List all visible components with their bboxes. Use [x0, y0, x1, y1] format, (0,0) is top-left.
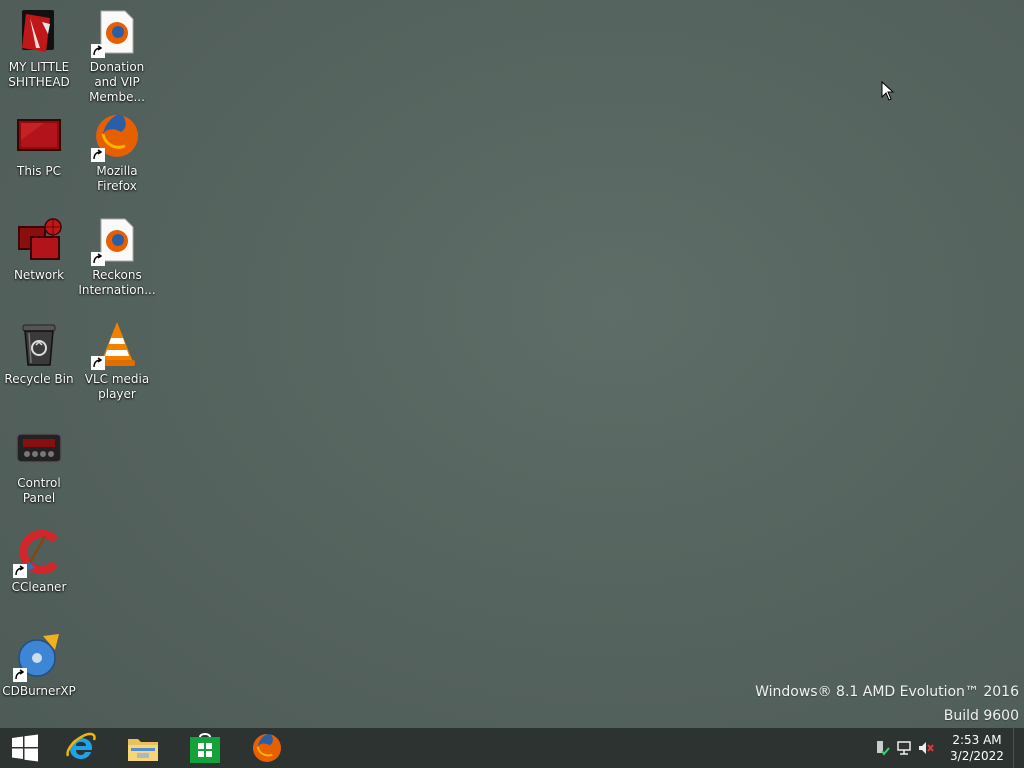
firefox-icon	[91, 112, 141, 162]
shortcut-arrow-icon	[91, 148, 105, 162]
internet-explorer-icon	[66, 732, 96, 759]
start-button[interactable]	[0, 728, 50, 768]
desktop-icon-network[interactable]: Network	[0, 216, 78, 283]
mouse-cursor-icon	[881, 81, 895, 101]
taskbar-firefox[interactable]	[236, 728, 298, 768]
desktop-icon-recycle-bin[interactable]: Recycle Bin	[0, 320, 78, 387]
windows-logo-icon	[12, 734, 38, 762]
desktop-icon-label: This PC	[17, 164, 61, 178]
taskbar: 2:53 AM 3/2/2022	[0, 728, 1024, 768]
desktop-icon-label: Network	[13, 268, 65, 282]
desktop-icon-vlc-media-player[interactable]: VLC media player	[78, 320, 156, 402]
store-icon	[190, 733, 220, 763]
desktop[interactable]: MY LITTLE SHITHEAD This PC Network Recyc…	[0, 0, 1024, 728]
desktop-icon-this-pc[interactable]: This PC	[0, 112, 78, 179]
control-panel-icon	[15, 424, 63, 472]
desktop-icon-label: CDBurnerXP	[2, 684, 76, 698]
build-number-watermark: Build 9600	[943, 708, 1019, 724]
desktop-icon-label: Mozilla Firefox	[96, 164, 138, 193]
shortcut-arrow-icon	[91, 356, 105, 370]
action-center-icon[interactable]	[871, 737, 893, 759]
clock-date: 3/2/2022	[950, 749, 1004, 763]
recycle-bin-icon	[15, 320, 63, 368]
system-tray: 2:53 AM 3/2/2022	[871, 728, 1024, 768]
red-folder-icon	[15, 8, 63, 56]
ccleaner-icon	[13, 528, 63, 578]
volume-muted-icon[interactable]	[915, 737, 937, 759]
desktop-icon-label: Donation and VIP Membe...	[89, 60, 145, 104]
desktop-icon-my-little-shithead[interactable]: MY LITTLE SHITHEAD	[0, 8, 78, 90]
desktop-icon-cdburnerxp[interactable]: CDBurnerXP	[0, 632, 78, 699]
windows-version-watermark: Windows® 8.1 AMD Evolution™ 2016	[755, 684, 1019, 700]
desktop-icon-control-panel[interactable]: Control Panel	[0, 424, 78, 506]
desktop-icon-label: MY LITTLE SHITHEAD	[8, 60, 70, 89]
firefox-document-icon	[91, 8, 141, 58]
desktop-icon-label: Recycle Bin	[4, 372, 74, 386]
desktop-icon-label: Reckons Internation...	[78, 268, 156, 297]
desktop-icon-label: Control Panel	[17, 476, 61, 505]
show-desktop-button[interactable]	[1013, 728, 1024, 768]
firefox-document-icon	[91, 216, 141, 266]
desktop-icon-label: VLC media player	[84, 372, 150, 401]
shortcut-arrow-icon	[91, 44, 105, 58]
network-icon	[15, 216, 63, 264]
firefox-icon	[253, 734, 281, 762]
cdburnerxp-icon	[13, 632, 63, 682]
taskbar-internet-explorer[interactable]	[50, 728, 112, 768]
shortcut-arrow-icon	[13, 564, 27, 578]
network-icon[interactable]	[893, 737, 915, 759]
shortcut-arrow-icon	[91, 252, 105, 266]
taskbar-store[interactable]	[174, 728, 236, 768]
this-pc-icon	[15, 112, 63, 160]
desktop-icon-donation-and-vip[interactable]: Donation and VIP Membe...	[78, 8, 156, 105]
desktop-icon-label: CCleaner	[11, 580, 67, 594]
taskbar-file-explorer[interactable]	[112, 728, 174, 768]
desktop-icon-mozilla-firefox[interactable]: Mozilla Firefox	[78, 112, 156, 194]
taskbar-clock[interactable]: 2:53 AM 3/2/2022	[945, 732, 1009, 764]
vlc-icon	[91, 320, 141, 370]
desktop-icon-ccleaner[interactable]: CCleaner	[0, 528, 78, 595]
file-explorer-icon	[128, 739, 158, 761]
shortcut-arrow-icon	[13, 668, 27, 682]
clock-time: 2:53 AM	[952, 733, 1002, 747]
desktop-icon-reckons-international[interactable]: Reckons Internation...	[78, 216, 156, 298]
